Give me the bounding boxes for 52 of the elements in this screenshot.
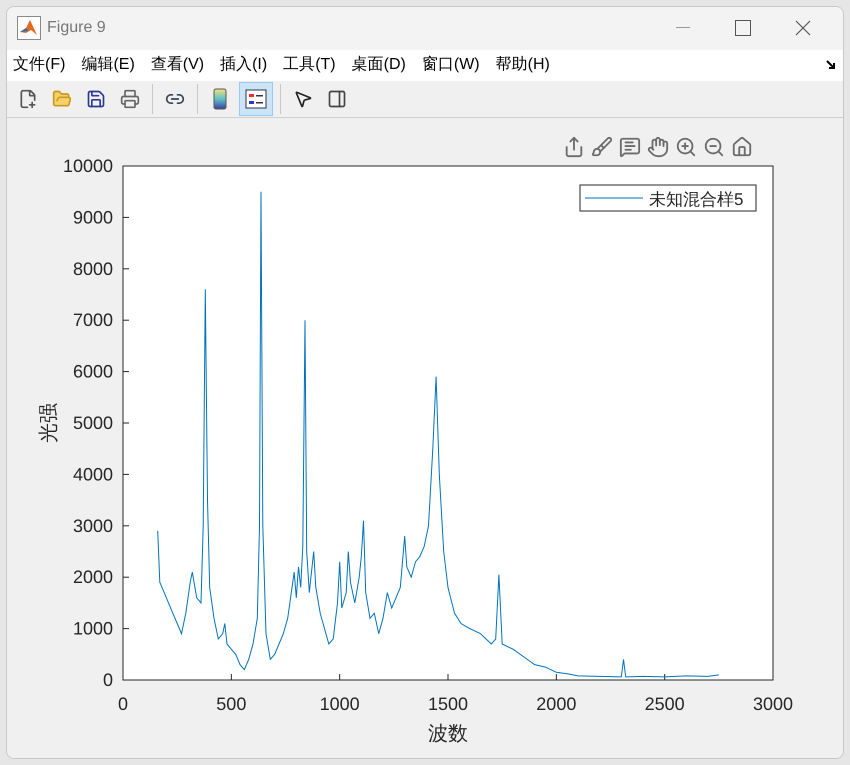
minimize-icon xyxy=(676,27,690,30)
close-icon xyxy=(795,20,811,36)
y-tick-label: 7000 xyxy=(72,310,113,330)
dock-arrow-icon[interactable] xyxy=(825,59,837,72)
y-tick-label: 9000 xyxy=(72,207,113,228)
toolbar-button[interactable] xyxy=(239,82,273,116)
app-logo-icon xyxy=(17,16,41,40)
y-tick-label: 10000 xyxy=(62,156,113,176)
window-title: Figure 9 xyxy=(47,18,106,38)
y-tick-label: 1000 xyxy=(72,618,113,639)
menu-item[interactable]: 编辑(E) xyxy=(81,53,135,78)
y-tick-label: 6000 xyxy=(72,362,113,382)
colorbar-icon xyxy=(213,88,227,110)
menu-item[interactable]: 工具(T) xyxy=(283,53,336,78)
home-icon[interactable] xyxy=(731,136,753,158)
y-axis-label: 光强 xyxy=(38,402,60,443)
x-tick-label: 0 xyxy=(118,694,128,714)
print-icon xyxy=(120,88,140,109)
menu-item[interactable]: 帮助(H) xyxy=(496,53,550,78)
pan-icon[interactable] xyxy=(647,136,669,158)
export-icon[interactable] xyxy=(563,136,585,158)
x-tick-label: 500 xyxy=(216,694,246,714)
save-icon xyxy=(86,88,106,109)
x-tick-label: 1500 xyxy=(428,694,468,714)
x-tick-label: 2000 xyxy=(536,694,576,714)
new-file-icon xyxy=(18,88,38,109)
legend-line-sample xyxy=(584,197,644,198)
pointer-icon xyxy=(293,88,313,109)
y-tick-label: 2000 xyxy=(72,567,113,588)
menu-item[interactable]: 插入(I) xyxy=(220,53,268,78)
zoom-in-icon[interactable] xyxy=(675,136,697,158)
y-tick-label: 3000 xyxy=(72,516,113,536)
maximize-icon xyxy=(735,20,751,36)
zoom-out-icon[interactable] xyxy=(703,136,725,158)
menu-item[interactable]: 桌面(D) xyxy=(352,53,406,78)
menu-item[interactable]: 查看(V) xyxy=(150,53,204,78)
menu-item[interactable]: 文件(F) xyxy=(13,53,66,78)
x-axis-label: 波数 xyxy=(428,722,468,745)
y-tick-label: 0 xyxy=(102,670,113,690)
inspector-icon xyxy=(327,88,347,109)
x-tick-label: 3000 xyxy=(752,694,794,714)
x-tick-label: 2500 xyxy=(644,694,685,714)
brush-icon[interactable] xyxy=(591,136,613,158)
data-tip-icon[interactable] xyxy=(619,136,641,158)
menu-item[interactable]: 窗口(W) xyxy=(422,53,480,78)
y-tick-label: 4000 xyxy=(72,464,113,484)
legend-label: 未知混合样5 xyxy=(649,190,744,209)
y-tick-label: 8000 xyxy=(72,258,113,279)
y-tick-label: 5000 xyxy=(72,412,113,433)
legend-icon xyxy=(245,88,267,109)
folder-icon xyxy=(52,88,72,109)
x-tick-label: 1000 xyxy=(320,694,360,714)
